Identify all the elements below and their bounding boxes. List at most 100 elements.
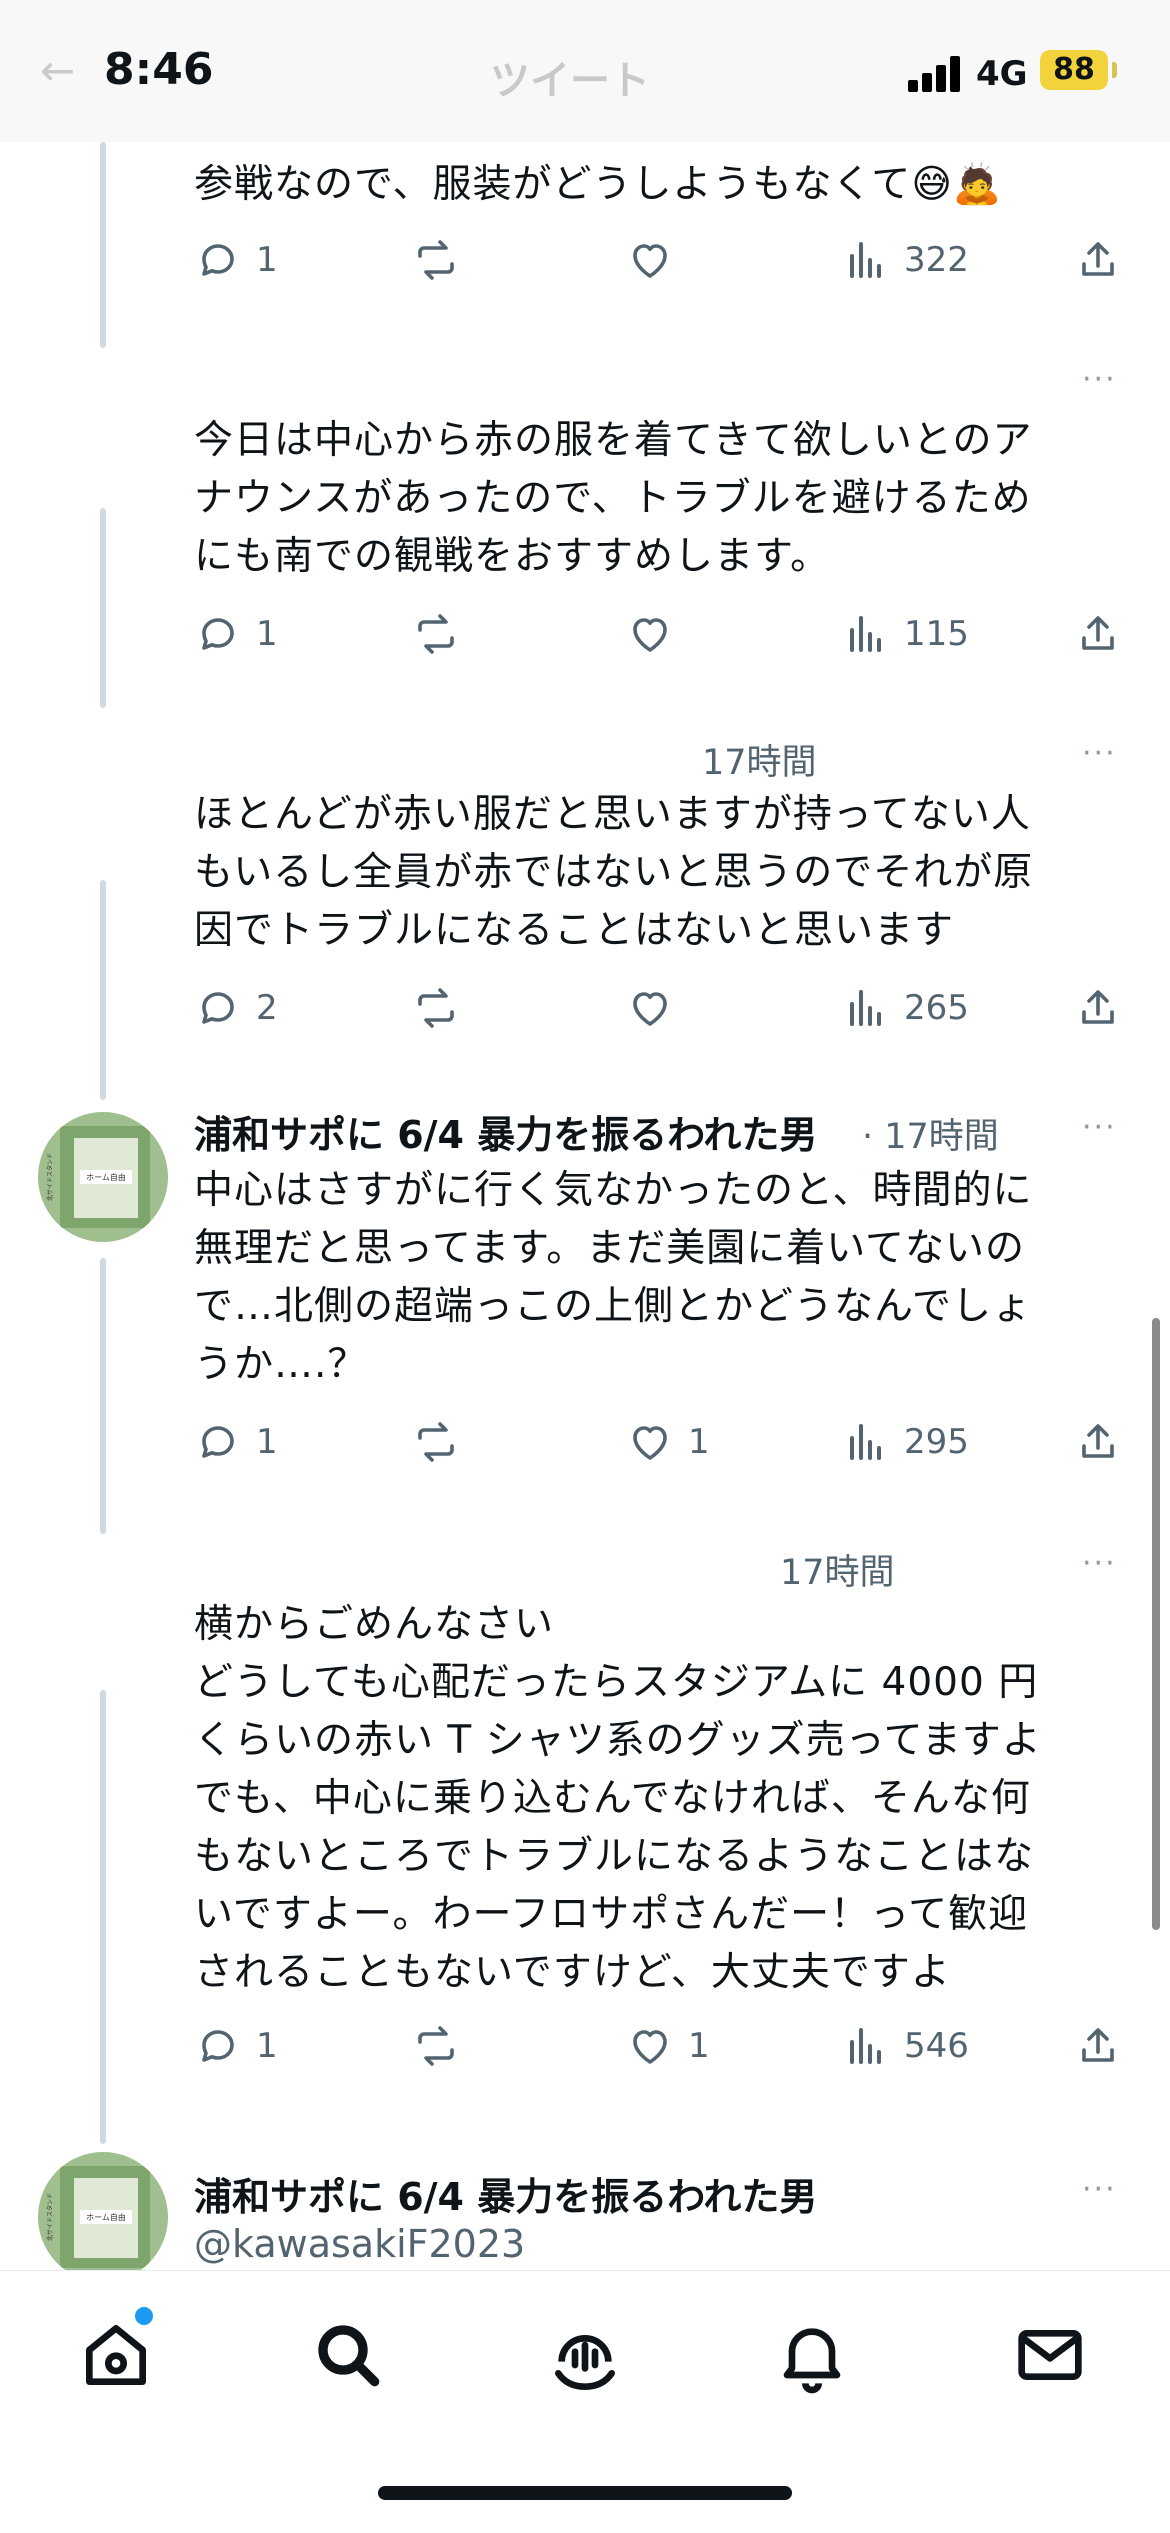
retweet-button[interactable] xyxy=(412,1412,460,1472)
share-button[interactable] xyxy=(1074,604,1122,664)
like-count: 1 xyxy=(688,2026,710,2066)
like-button[interactable] xyxy=(626,604,674,664)
views-button[interactable]: 546 xyxy=(842,2016,969,2076)
views-count: 265 xyxy=(904,988,969,1028)
retweet-button[interactable] xyxy=(412,604,460,664)
reply-count: 1 xyxy=(256,240,278,280)
status-bar: ← ツイート 8:46 4G 88 xyxy=(0,0,1170,142)
like-button[interactable]: 1 xyxy=(626,1412,710,1472)
reply-button[interactable]: 1 xyxy=(194,604,278,664)
messages-icon xyxy=(1018,2330,1082,2380)
tweet-feed: 参戦なので、服装がどうしようもなくて😅🙇 1 322 ··· 今日は中心から赤の… xyxy=(0,0,1170,2270)
network-type: 4G xyxy=(976,54,1028,94)
tab-search[interactable] xyxy=(308,2315,388,2395)
more-options-button[interactable]: ··· xyxy=(1082,736,1117,771)
more-options-button[interactable]: ··· xyxy=(1082,1110,1117,1145)
views-count: 295 xyxy=(904,1422,969,1462)
views-count: 546 xyxy=(904,2026,969,2066)
reply-button[interactable]: 2 xyxy=(194,978,278,1038)
reply-icon xyxy=(202,1426,234,1458)
back-arrow-icon[interactable]: ← xyxy=(40,46,75,95)
nav-title: ツイート xyxy=(490,58,650,104)
home-indicator[interactable] xyxy=(378,2486,792,2500)
retweet-icon xyxy=(418,240,454,280)
author-name[interactable]: 浦和サポに 6/4 暴力を振るわれた男 xyxy=(194,1104,817,1159)
thread-line xyxy=(100,142,106,348)
heart-icon xyxy=(633,1426,667,1460)
author-handle[interactable]: @kawasakiF2023 xyxy=(194,2222,525,2266)
like-count: 1 xyxy=(688,1422,710,1462)
share-button[interactable] xyxy=(1074,230,1122,290)
share-button[interactable] xyxy=(1074,2016,1122,2076)
new-content-badge xyxy=(132,2304,156,2328)
heart-icon xyxy=(633,618,667,652)
reply-icon xyxy=(202,618,234,650)
tweet-text: 横からごめんなさい どうしても心配だったらスタジアムに 4000 円 くらいの赤… xyxy=(194,1602,1042,1995)
tweet-text: 参戦なので、服装がどうしようもなくて😅🙇 xyxy=(194,162,1003,207)
retweet-button[interactable] xyxy=(412,978,460,1038)
tab-notifications[interactable] xyxy=(772,2315,852,2395)
views-icon xyxy=(850,2028,881,2064)
notifications-icon xyxy=(783,2328,841,2394)
views-button[interactable]: 322 xyxy=(842,230,969,290)
retweet-button[interactable] xyxy=(412,230,460,290)
views-icon xyxy=(850,1424,881,1460)
more-options-button[interactable]: ··· xyxy=(1082,2172,1117,2207)
more-options-button[interactable]: ··· xyxy=(1082,362,1117,397)
views-button[interactable]: 265 xyxy=(842,978,969,1038)
reply-icon xyxy=(202,244,234,276)
reply-button[interactable]: 1 xyxy=(194,230,278,290)
signal-icon xyxy=(908,56,964,92)
status-time: 8:46 xyxy=(104,44,214,95)
tweet-actions: 1 1 295 xyxy=(194,1412,1134,1472)
thread-line xyxy=(100,1258,106,1534)
tab-messages[interactable] xyxy=(1010,2315,1090,2395)
tweet-actions: 1 1 546 xyxy=(194,2016,1134,2076)
reply-button[interactable]: 1 xyxy=(194,2016,278,2076)
views-button[interactable]: 295 xyxy=(842,1412,969,1472)
reply-count: 2 xyxy=(256,988,278,1028)
retweet-icon xyxy=(418,2026,454,2066)
like-button[interactable]: 1 xyxy=(626,2016,710,2076)
tab-spaces[interactable] xyxy=(545,2315,625,2395)
tweet-timestamp: 17時間 xyxy=(702,743,817,783)
scrollbar[interactable] xyxy=(1152,1318,1160,1930)
retweet-button[interactable] xyxy=(412,2016,460,2076)
share-button[interactable] xyxy=(1074,1412,1122,1472)
views-icon xyxy=(850,242,881,278)
views-icon xyxy=(850,990,881,1026)
heart-icon xyxy=(633,2030,667,2064)
battery-tip xyxy=(1112,62,1117,78)
retweet-icon xyxy=(418,614,454,654)
avatar[interactable]: ホーム自由 北サイドスタンド xyxy=(38,1112,168,1242)
reply-button[interactable]: 1 xyxy=(194,1412,278,1472)
search-icon xyxy=(318,2325,380,2387)
avatar-label: ホーム自由 xyxy=(86,1172,126,1182)
views-button[interactable]: 115 xyxy=(842,604,969,664)
more-options-button[interactable]: ··· xyxy=(1082,1546,1117,1581)
views-count: 322 xyxy=(904,240,969,280)
reply-icon xyxy=(202,992,234,1024)
share-icon xyxy=(1082,242,1114,276)
like-button[interactable] xyxy=(626,230,674,290)
thread-line xyxy=(100,1690,106,2144)
retweet-icon xyxy=(418,988,454,1028)
tweet-actions: 2 265 xyxy=(194,978,1134,1038)
avatar-side-label: 北サイドスタンド xyxy=(46,1153,54,1201)
thread-line xyxy=(100,880,106,1100)
avatar[interactable]: ホーム自由 北サイドスタンド xyxy=(38,2152,168,2270)
tweet-text: 中心はさすがに行く気なかったのと、時間的に 無理だと思ってます。まだ美園に着いて… xyxy=(194,1168,1033,1387)
reply-count: 1 xyxy=(256,2026,278,2066)
battery-icon: 88 xyxy=(1040,50,1108,90)
like-button[interactable] xyxy=(626,978,674,1038)
reply-icon xyxy=(202,2030,234,2062)
heart-icon xyxy=(633,992,667,1026)
author-name[interactable]: 浦和サポに 6/4 暴力を振るわれた男 xyxy=(194,2166,817,2221)
views-icon xyxy=(850,616,881,652)
share-button[interactable] xyxy=(1074,978,1122,1038)
retweet-icon xyxy=(418,1422,454,1462)
share-icon xyxy=(1082,2028,1114,2062)
share-icon xyxy=(1082,1424,1114,1458)
views-count: 115 xyxy=(904,614,969,654)
tweet-timestamp: · 17時間 xyxy=(862,1117,999,1157)
